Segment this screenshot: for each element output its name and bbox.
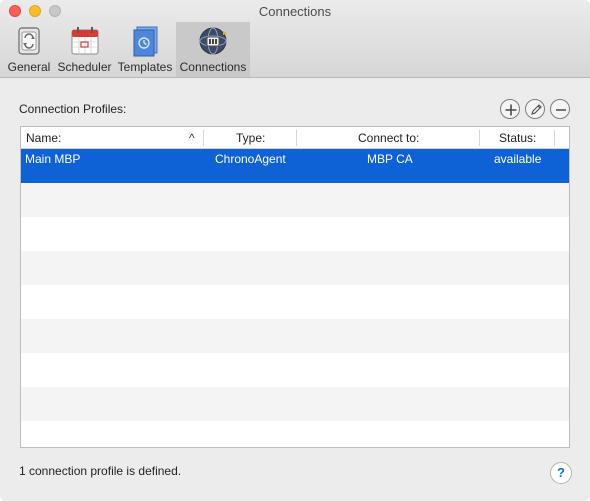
- calendar-icon: [69, 25, 101, 57]
- cell-status: available: [494, 152, 542, 166]
- empty-row: [21, 285, 569, 319]
- window-title: Connections: [258, 4, 332, 19]
- help-button[interactable]: ?: [550, 462, 572, 484]
- minus-icon: [556, 109, 566, 111]
- tab-general[interactable]: General: [4, 22, 54, 77]
- tab-connections-label: Connections: [179, 60, 247, 74]
- empty-row: [21, 217, 569, 251]
- table-header: Name: ^ Type: Connect to: Status:: [21, 127, 569, 149]
- sort-ascending-icon[interactable]: ^: [189, 127, 195, 149]
- column-divider[interactable]: [479, 130, 480, 146]
- empty-row: [21, 251, 569, 285]
- profiles-table: Name: ^ Type: Connect to: Status: Main M…: [20, 126, 570, 448]
- table-row[interactable]: Main MBP ChronoAgent MBP CA available: [21, 149, 569, 183]
- cell-connect-to: MBP CA: [367, 152, 413, 166]
- empty-row: [21, 319, 569, 353]
- tab-scheduler[interactable]: Scheduler: [56, 22, 113, 77]
- pencil-icon: [531, 104, 542, 115]
- cell-name: Main MBP: [25, 152, 81, 166]
- plus-icon: [505, 104, 517, 116]
- preferences-window: Connections General Scheduler Templates …: [0, 0, 590, 501]
- profile-count-status: 1 connection profile is defined.: [19, 464, 182, 478]
- edit-profile-button[interactable]: [525, 99, 545, 119]
- cell-type: ChronoAgent: [215, 152, 286, 166]
- general-switch-icon: [13, 25, 45, 57]
- tab-templates-label: Templates: [117, 60, 173, 74]
- column-divider[interactable]: [296, 130, 297, 146]
- templates-document-icon: [129, 25, 161, 57]
- column-divider[interactable]: [554, 130, 555, 146]
- toolbar: Connections General Scheduler Templates …: [0, 0, 590, 78]
- column-header-name[interactable]: Name:: [26, 127, 61, 149]
- column-header-type[interactable]: Type:: [236, 127, 265, 149]
- remove-profile-button[interactable]: [550, 99, 570, 119]
- column-header-connect-to[interactable]: Connect to:: [358, 127, 419, 149]
- add-profile-button[interactable]: [500, 99, 520, 119]
- connection-profiles-label: Connection Profiles:: [19, 102, 127, 116]
- column-header-status[interactable]: Status:: [499, 127, 536, 149]
- help-icon: ?: [557, 465, 565, 480]
- tab-connections[interactable]: Connections: [176, 22, 250, 77]
- column-divider[interactable]: [203, 130, 204, 146]
- tab-scheduler-label: Scheduler: [57, 60, 112, 74]
- empty-row: [21, 353, 569, 387]
- empty-row: [21, 421, 569, 447]
- connections-globe-icon: [197, 25, 229, 57]
- tab-templates[interactable]: Templates: [115, 22, 175, 77]
- tab-general-label: General: [7, 60, 51, 74]
- empty-row: [21, 387, 569, 421]
- empty-row: [21, 183, 569, 217]
